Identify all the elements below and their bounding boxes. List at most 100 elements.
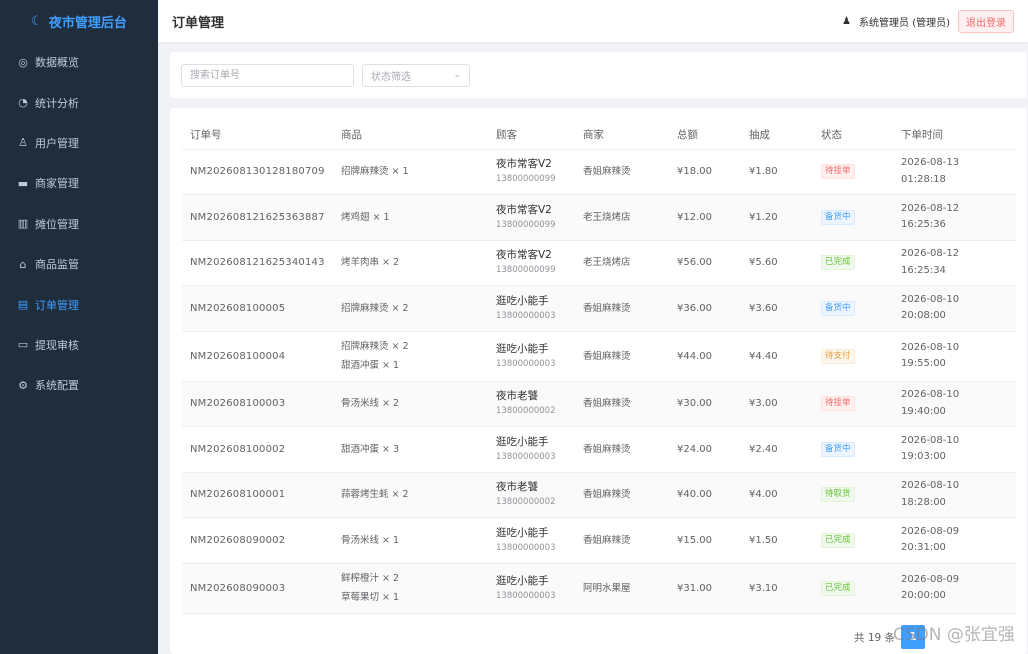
order-search-input[interactable]: [181, 63, 354, 87]
app-logo[interactable]: ☾ 夜市管理后台: [0, 0, 158, 42]
merchant-name: 老王烧烤店: [583, 211, 631, 223]
order-commission: ¥3.10: [749, 582, 778, 594]
customer-phone: 13800000003: [496, 590, 556, 601]
status-badge: 备货中: [821, 300, 855, 316]
order-number: NM202608100003: [190, 398, 286, 410]
goods-item: 招牌麻辣烫 × 1: [341, 166, 409, 178]
sidebar-item-7[interactable]: ▭ 提现审核: [0, 325, 158, 365]
customer-name: 逛吃小能手: [496, 574, 549, 587]
table-row[interactable]: NM202608100002 甜酒冲蛋 × 3 逛吃小能手 13800000003 香姐…: [182, 426, 1016, 473]
order-total: ¥56.00: [677, 257, 712, 269]
table-header-row: 订单号 商品 顾客 商家 总额 抽成 状态 下单时间: [182, 120, 1016, 150]
order-table-card: 订单号 商品 顾客 商家 总额 抽成 状态 下单时间 NM202608130128180709…: [170, 108, 1027, 654]
cell-order-no: NM202608090002: [182, 517, 333, 564]
order-commission: ¥1.20: [749, 211, 778, 223]
sidebar-item-3[interactable]: ▬ 商家管理: [0, 163, 158, 203]
sidebar-item-4[interactable]: ▥ 摊位管理: [0, 204, 158, 244]
table-row[interactable]: NM202608100003 骨汤米线 × 2 夜市老饕 13800000002 香姐麻…: [182, 381, 1016, 427]
sidebar-item-label: 商家管理: [35, 177, 79, 191]
cell-goods: 鲜榨橙汁 × 2 草莓果切 × 1: [333, 563, 488, 614]
order-total: ¥15.00: [677, 534, 712, 546]
page-button-current[interactable]: 1: [901, 625, 926, 649]
order-commission: ¥5.60: [749, 257, 778, 269]
sidebar-item-8[interactable]: ⚙ 系统配置: [0, 365, 158, 405]
sidebar-item-label: 提现审核: [35, 338, 79, 352]
cell-order-no: NM202608121625340143: [182, 240, 333, 286]
order-table: 订单号 商品 顾客 商家 总额 抽成 状态 下单时间 NM202608130128180709…: [182, 120, 1016, 614]
cell-merchant: 老王烧烤店: [575, 194, 669, 241]
order-number: NM202608090003: [190, 582, 286, 594]
order-number: NM202608130128180709: [190, 166, 325, 178]
status-filter-select[interactable]: 状态筛选 ⌄: [362, 63, 470, 87]
status-badge: 已完成: [821, 255, 855, 271]
cell-status: 已完成: [813, 517, 893, 564]
customer-name: 逛吃小能手: [496, 435, 549, 448]
table-row[interactable]: NM202608130128180709 招牌麻辣烫 × 1 夜市常客V2 13800…: [182, 149, 1016, 195]
order-commission: ¥1.80: [749, 166, 778, 178]
cell-order-no: NM202608130128180709: [182, 149, 333, 195]
goods-item: 鲜榨橙汁 × 2: [341, 573, 400, 584]
sidebar-item-6[interactable]: ▤ 订单管理: [0, 284, 158, 324]
order-time: 19:03:00: [901, 451, 946, 463]
sidebar-item-5[interactable]: ⌂ 商品监管: [0, 244, 158, 284]
cell-merchant: 香姐麻辣烫: [575, 149, 669, 195]
table-row[interactable]: NM202608100005 招牌麻辣烫 × 2 逛吃小能手 13800000003 香…: [182, 285, 1016, 332]
cell-total: ¥40.00: [669, 472, 741, 518]
sidebar: ☾ 夜市管理后台 ◎ 数据概览 ◔ 统计分析 ♙ 用户管理 ▬ 商家管理 ▥ 摊位管理 ⌂ 商品监管 ▤…: [0, 0, 158, 654]
sidebar-item-label: 数据概览: [35, 56, 79, 70]
cell-status: 待取货: [813, 472, 893, 518]
cell-total: ¥56.00: [669, 240, 741, 286]
status-filter-placeholder: 状态筛选: [371, 71, 411, 83]
customer-phone: 13800000003: [496, 310, 556, 321]
gear-icon: ⚙: [18, 378, 28, 392]
order-icon: ▤: [17, 298, 29, 312]
table-row[interactable]: NM202608121625340143 烤羊肉串 × 2 夜市常客V2 138000…: [182, 240, 1016, 286]
cell-merchant: 香姐麻辣烫: [575, 331, 669, 382]
goods-item: 招牌麻辣烫 × 2: [341, 302, 409, 314]
goods-item: 招牌麻辣烫 × 2: [341, 341, 409, 352]
customer-phone: 13800000002: [496, 497, 556, 508]
sidebar-item-0[interactable]: ◎ 数据概览: [0, 42, 158, 82]
cell-time: 2026-08-10 19:03:00: [893, 426, 1016, 473]
cell-goods: 招牌麻辣烫 × 2 甜酒冲蛋 × 1: [333, 331, 488, 382]
order-time: 19:40:00: [901, 405, 946, 417]
order-total: ¥40.00: [677, 489, 712, 501]
cell-time: 2026-08-13 01:28:18: [893, 149, 1016, 195]
order-commission: ¥2.40: [749, 443, 778, 455]
order-date: 2026-08-10: [901, 341, 960, 353]
table-row[interactable]: NM202608090003 鲜榨橙汁 × 2 草莓果切 × 1 逛吃小能手 13800…: [182, 563, 1016, 614]
table-row[interactable]: NM202608100001 蒜蓉烤生蚝 × 2 夜市老饕 13800000002 香姐…: [182, 472, 1016, 518]
cell-merchant: 香姐麻辣烫: [575, 472, 669, 518]
cell-status: 已完成: [813, 563, 893, 614]
cell-order-no: NM202608100001: [182, 472, 333, 518]
cell-time: 2026-08-09 20:00:00: [893, 563, 1016, 614]
moon-icon: ☾: [31, 13, 43, 29]
order-date: 2026-08-12: [901, 202, 960, 214]
cell-time: 2026-08-12 16:25:34: [893, 240, 1016, 286]
cell-time: 2026-08-10 20:08:00: [893, 285, 1016, 332]
cell-customer: 夜市常客V2 13800000099: [488, 194, 575, 241]
order-total: ¥31.00: [677, 582, 712, 594]
table-row[interactable]: NM202608121625363887 烤鸡翅 × 1 夜市常客V2 1380000…: [182, 194, 1016, 241]
order-number: NM202608100001: [190, 489, 286, 501]
logout-button[interactable]: 退出登录: [958, 9, 1014, 33]
order-date: 2026-08-13: [901, 157, 960, 169]
sidebar-item-2[interactable]: ♙ 用户管理: [0, 123, 158, 163]
pagination-total: 共 19 条: [854, 631, 896, 644]
sidebar-item-1[interactable]: ◔ 统计分析: [0, 82, 158, 122]
cell-status: 备货中: [813, 285, 893, 332]
status-badge: 待取货: [821, 487, 855, 503]
order-number: NM202608100002: [190, 443, 286, 455]
status-badge: 备货中: [821, 441, 855, 457]
folder-icon: ▭: [17, 338, 29, 352]
table-row[interactable]: NM202608100004 招牌麻辣烫 × 2 甜酒冲蛋 × 1 逛吃小能手 1380…: [182, 331, 1016, 382]
order-total: ¥36.00: [677, 302, 712, 314]
order-date: 2026-08-09: [901, 525, 960, 537]
cell-merchant: 香姐麻辣烫: [575, 381, 669, 427]
table-row[interactable]: NM202608090002 骨汤米线 × 1 逛吃小能手 13800000003 香姐…: [182, 517, 1016, 564]
cell-customer: 逛吃小能手 13800000003: [488, 563, 575, 614]
cell-goods: 烤羊肉串 × 2: [333, 240, 488, 286]
order-date: 2026-08-09: [901, 573, 960, 585]
cell-merchant: 阿明水果屋: [575, 563, 669, 614]
cell-total: ¥30.00: [669, 381, 741, 427]
